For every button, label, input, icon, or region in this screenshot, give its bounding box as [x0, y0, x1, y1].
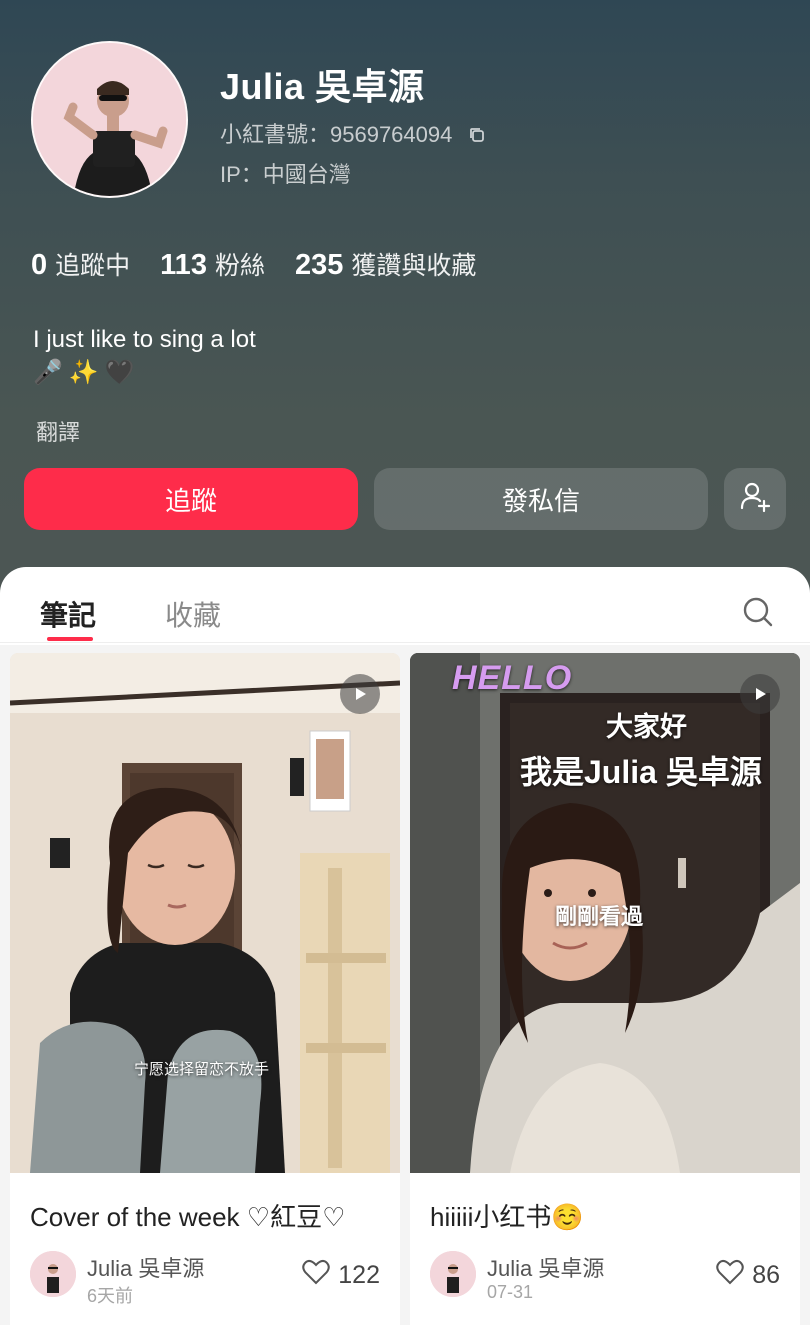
note-card[interactable]: 宁愿选择留恋不放手 Cover of the week ♡紅豆♡ Julia 吳…	[10, 653, 400, 1325]
note-title: Cover of the week ♡紅豆♡	[30, 1202, 346, 1232]
like-button[interactable]: 86	[716, 1259, 780, 1292]
video-subtitle: 宁愿选择留恋不放手	[134, 1061, 270, 1078]
tab-notes[interactable]: 筆記	[40, 594, 96, 634]
stat-likes[interactable]: 235 獲讚與收藏	[295, 246, 476, 282]
post-date: 6天前	[87, 1286, 134, 1306]
sparkles-emoji: ✨	[68, 359, 99, 386]
video-overlay-line1: 大家好	[606, 712, 687, 742]
like-count: 86	[752, 1261, 780, 1289]
stat-likes-label: 獲讚與收藏	[351, 252, 477, 280]
notes-feed: 宁愿选择留恋不放手 Cover of the week ♡紅豆♡ Julia 吳…	[0, 645, 810, 1325]
heart-icon	[302, 1259, 331, 1292]
profile-name: Julia 吳卓源	[220, 66, 425, 107]
play-icon	[740, 674, 780, 714]
tab-collections[interactable]: 收藏	[165, 594, 221, 634]
message-button[interactable]: 發私信	[374, 468, 708, 530]
stat-likes-count: 235	[294, 249, 344, 281]
note-title: hiiiii小红书☺️	[430, 1202, 584, 1232]
note-thumbnail[interactable]: HELLO 大家好 我是Julia 吳卓源 剛剛看過	[410, 653, 800, 1173]
note-card[interactable]: HELLO 大家好 我是Julia 吳卓源 剛剛看過 hiiiii小红书☺️ J…	[410, 653, 800, 1325]
stat-following-label: 追蹤中	[55, 252, 131, 280]
profile-ip: IP：中國台灣	[220, 162, 351, 187]
like-count: 122	[338, 1261, 380, 1289]
profile-bio: I just like to sing a lot	[33, 326, 256, 353]
translate-link[interactable]: 翻譯	[36, 415, 80, 447]
active-tab-indicator	[47, 637, 93, 641]
video-overlay-line2: 我是Julia 吳卓源	[520, 754, 762, 790]
follow-button[interactable]: 追蹤	[24, 468, 358, 530]
stat-followers-count: 113	[160, 249, 207, 281]
recently-viewed-label: 剛剛看過	[555, 904, 644, 929]
heart-icon	[716, 1259, 744, 1292]
profile-bio-emojis: 🎤 ✨ 🖤	[33, 358, 135, 387]
copy-icon[interactable]	[468, 124, 486, 150]
note-thumbnail[interactable]: 宁愿选择留恋不放手	[10, 653, 400, 1173]
hello-sticker: HELLO	[452, 659, 573, 697]
stat-following[interactable]: 0 追蹤中	[31, 246, 130, 282]
post-date: 07-31	[487, 1282, 534, 1302]
search-icon[interactable]	[741, 595, 775, 634]
microphone-emoji: 🎤	[33, 359, 63, 386]
stat-followers-label: 粉絲	[214, 252, 265, 280]
play-icon	[340, 674, 380, 714]
stat-following-count: 0	[31, 249, 48, 281]
like-button[interactable]: 122	[302, 1259, 380, 1292]
profile-id: 小紅書號：9569764094	[220, 117, 486, 150]
add-friend-button[interactable]	[724, 468, 786, 530]
content-panel: 筆記 收藏 宁愿选择留恋不放手 Cover of the week ♡紅豆♡ J…	[0, 567, 810, 1325]
profile-avatar[interactable]	[31, 41, 188, 198]
profile-id-text: 小紅書號：9569764094	[220, 122, 453, 147]
profile-stats: 0 追蹤中 113 粉絲 235 獲讚與收藏	[31, 246, 476, 282]
tab-bar: 筆記 收藏	[0, 567, 810, 643]
add-friend-icon	[738, 479, 772, 520]
author-avatar[interactable]	[30, 1251, 76, 1297]
author-avatar[interactable]	[430, 1251, 476, 1297]
author-name[interactable]: Julia 吳卓源	[487, 1251, 604, 1283]
black-heart-emoji: 🖤	[104, 359, 135, 386]
profile-header: Julia 吳卓源 小紅書號：9569764094 IP：中國台灣 0 追蹤中 …	[0, 0, 810, 600]
stat-followers[interactable]: 113 粉絲	[160, 246, 265, 282]
author-name[interactable]: Julia 吳卓源	[87, 1251, 204, 1283]
